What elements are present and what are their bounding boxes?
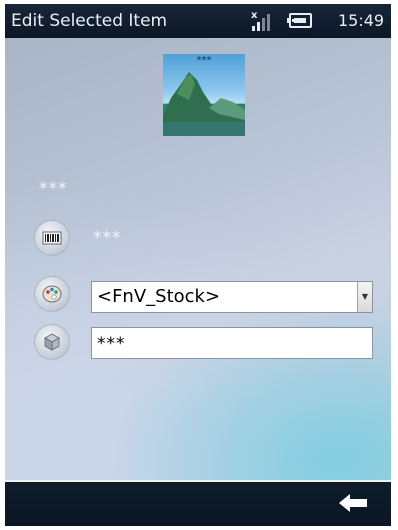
edit-item-form: *** *** *** <FnV_Stock> ▼ *** bbox=[5, 38, 391, 480]
screen: Edit Selected Item x 15:49 *** *** *** <… bbox=[5, 4, 391, 526]
back-arrow-icon bbox=[339, 494, 367, 512]
category-select[interactable]: <FnV_Stock> ▼ bbox=[91, 281, 373, 313]
signal-no-service-icon[interactable]: x bbox=[250, 9, 276, 33]
palette-icon bbox=[33, 275, 71, 313]
category-select-value: <FnV_Stock> bbox=[97, 286, 221, 307]
title-bar: Edit Selected Item x 15:49 bbox=[5, 4, 391, 38]
clock[interactable]: 15:49 bbox=[338, 11, 384, 30]
battery-charging-icon[interactable] bbox=[287, 13, 313, 29]
quantity-field[interactable]: *** bbox=[91, 327, 373, 359]
device-frame: Edit Selected Item x 15:49 *** *** *** <… bbox=[0, 0, 398, 530]
box-icon bbox=[33, 323, 71, 361]
barcode-value: *** bbox=[93, 228, 122, 248]
back-button[interactable] bbox=[331, 488, 375, 518]
item-image[interactable]: *** bbox=[163, 54, 245, 136]
item-name: *** bbox=[39, 179, 68, 199]
menu-bar bbox=[5, 480, 391, 526]
svg-text:x: x bbox=[251, 10, 258, 21]
chevron-down-icon[interactable]: ▼ bbox=[357, 282, 372, 312]
window-title: Edit Selected Item bbox=[11, 11, 168, 31]
quantity-field-value: *** bbox=[97, 334, 126, 354]
barcode-icon bbox=[33, 219, 71, 257]
item-image-label: *** bbox=[196, 55, 212, 66]
